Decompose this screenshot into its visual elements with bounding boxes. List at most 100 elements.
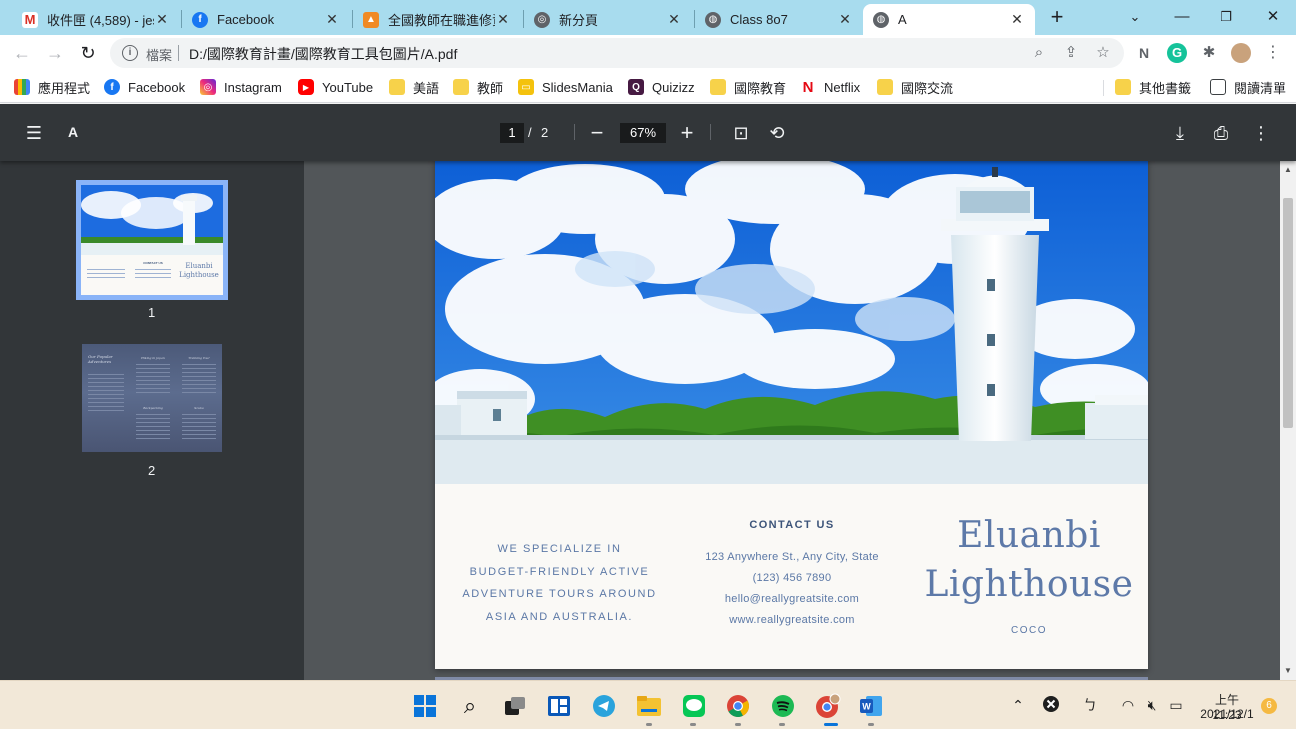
input-method-icon[interactable]: ㄅ <box>1080 695 1100 715</box>
bookmark-folder-intl-exchange[interactable]: 國際交流 <box>877 77 953 97</box>
folder-icon <box>1115 79 1131 95</box>
restore-button[interactable]: ❐ <box>1215 6 1237 28</box>
tab-gmail[interactable]: M 收件匣 (4,589) - jes ✕ <box>12 4 180 35</box>
bookmark-netflix[interactable]: N Netflix <box>800 77 861 97</box>
rotate-icon[interactable]: ⟲ <box>765 121 789 145</box>
pdf-viewport[interactable]: WE SPECIALIZE IN BUDGET-FRIENDLY ACTIVE … <box>304 161 1280 680</box>
tab-new-tab[interactable]: ◎ 新分頁 ✕ <box>524 4 692 35</box>
task-view-icon[interactable] <box>502 693 528 719</box>
telegram-icon[interactable] <box>591 693 617 719</box>
bookmark-other[interactable]: 其他書籤 <box>1115 77 1191 97</box>
close-tab-icon[interactable]: ✕ <box>666 11 682 28</box>
scrollbar-thumb[interactable] <box>1283 198 1293 428</box>
page-number-input[interactable]: 1 <box>500 123 524 143</box>
menu-kebab-icon[interactable]: ⋮ <box>1263 43 1283 63</box>
close-tab-icon[interactable]: ✕ <box>495 11 511 28</box>
folder-icon <box>710 79 726 95</box>
close-window-button[interactable]: ✕ <box>1262 6 1284 28</box>
close-tab-icon[interactable]: ✕ <box>1009 11 1025 28</box>
spotify-icon[interactable] <box>770 693 796 719</box>
grammarly-icon[interactable]: G <box>1167 43 1187 63</box>
battery-icon[interactable]: ▭ <box>1166 695 1186 715</box>
word-icon[interactable]: W <box>858 693 884 719</box>
sidebar-menu-icon[interactable]: ☰ <box>22 121 46 145</box>
zoom-icon[interactable]: ⌕ <box>1029 43 1049 63</box>
new-tab-button[interactable]: + <box>1046 6 1068 28</box>
svg-text:W: W <box>862 702 871 712</box>
clock-date[interactable]: 2021/12/1 <box>1199 707 1255 721</box>
share-icon[interactable]: ⇪ <box>1061 43 1081 63</box>
close-tab-icon[interactable]: ✕ <box>324 11 340 28</box>
profile-avatar[interactable] <box>1231 43 1251 63</box>
bookmark-apps[interactable]: 應用程式 <box>14 77 90 97</box>
thumbnail-page-2[interactable]: Our Popular Adventures Hiking in Japan T… <box>82 344 222 452</box>
show-hidden-icons-chevron-icon[interactable]: ⌃ <box>1008 695 1028 715</box>
scroll-up-arrow-icon[interactable]: ▲ <box>1284 165 1292 174</box>
address-divider <box>178 45 179 61</box>
bookmark-reading-list[interactable]: 閱讀清單 <box>1210 77 1286 97</box>
vertical-scrollbar[interactable]: ▲ ▼ <box>1280 161 1296 680</box>
tab-search-icon[interactable]: ⌄ <box>1124 6 1146 28</box>
thumbnail-label-1: 1 <box>148 305 156 320</box>
bookmark-folder-english[interactable]: 美語 <box>389 77 439 97</box>
thumbnail-heading: Backpacking <box>143 406 163 410</box>
tab-class-8o7[interactable]: ◍ Class 8o7 ✕ <box>695 4 863 35</box>
notification-badge[interactable]: 6 <box>1261 698 1277 714</box>
pdf-title: A <box>68 124 79 140</box>
bookmark-star-icon[interactable]: ☆ <box>1093 43 1113 63</box>
bookmark-label: YouTube <box>322 79 374 95</box>
file-explorer-icon[interactable] <box>636 693 662 719</box>
bookmark-label: 閱讀清單 <box>1234 80 1287 96</box>
line-icon[interactable] <box>681 693 707 719</box>
extensions-puzzle-icon[interactable]: ✱ <box>1199 43 1219 63</box>
bookmark-instagram[interactable]: ◎ Instagram <box>200 77 282 97</box>
zoom-out-button[interactable]: − <box>585 121 609 145</box>
zoom-in-button[interactable]: + <box>675 121 699 145</box>
bookmark-folder-intl-education[interactable]: 國際教育 <box>710 77 786 97</box>
page-total: 2 <box>541 125 549 140</box>
youtube-icon: ▶ <box>298 79 314 95</box>
print-icon[interactable]: ⎙ <box>1209 121 1233 145</box>
close-tab-icon[interactable]: ✕ <box>154 11 170 28</box>
info-icon[interactable]: i <box>122 45 138 61</box>
shield-icon: ▲ <box>363 11 379 28</box>
reload-button[interactable]: ↻ <box>76 41 100 65</box>
brand-title-line1: Eluanbi <box>957 515 1101 556</box>
thumbnail-text-block <box>136 364 170 394</box>
pdf-page-1: WE SPECIALIZE IN BUDGET-FRIENDLY ACTIVE … <box>435 161 1148 669</box>
forward-button[interactable]: → <box>43 41 67 65</box>
tab-facebook[interactable]: f Facebook ✕ <box>182 4 350 35</box>
volume-muted-icon[interactable]: 🔇︎ <box>1142 695 1162 715</box>
bookmark-label: 國際教育 <box>734 80 787 96</box>
thumbnail-text-block <box>88 374 124 414</box>
bookmark-youtube[interactable]: ▶ YouTube <box>298 77 373 97</box>
search-icon[interactable]: ⌕ <box>457 693 483 719</box>
tab-teacher-training[interactable]: ▲ 全國教師在職進修資 ✕ <box>353 4 521 35</box>
more-options-icon[interactable]: ⋮ <box>1249 121 1273 145</box>
zoom-input[interactable]: 67% <box>620 123 666 143</box>
wifi-icon[interactable]: ◠ <box>1118 695 1138 715</box>
thumbnail-page-1[interactable]: Eluanbi Lighthouse CONTACT US <box>76 180 228 300</box>
download-icon[interactable]: ⤓ <box>1168 121 1192 145</box>
bookmark-folder-teacher[interactable]: 教師 <box>453 77 503 97</box>
widgets-icon[interactable] <box>546 693 572 719</box>
chrome-profile-icon[interactable] <box>815 693 841 719</box>
notion-extension-icon[interactable]: N <box>1134 43 1154 63</box>
windows-taskbar: ⌕ W ⌃ ㄅ ◠ 🔇︎ ▭ 上午 11:23 2021/12/1 6 <box>0 680 1296 729</box>
bookmark-facebook[interactable]: f Facebook <box>104 77 185 97</box>
tab-pdf-a[interactable]: ◍ A ✕ <box>863 4 1035 35</box>
scroll-down-arrow-icon[interactable]: ▼ <box>1284 666 1292 675</box>
contact-address: 123 Anywhere St., Any City, State <box>705 551 879 563</box>
chrome-icon[interactable] <box>725 693 751 719</box>
tray-app-icon[interactable] <box>1041 695 1061 715</box>
bookmark-quizizz[interactable]: Q Quizizz <box>628 77 695 97</box>
windows-start-icon[interactable] <box>412 693 438 719</box>
address-bar[interactable]: i 檔案 D:/國際教育計畫/國際教育工具包圖片/A.pdf ⌕ ⇪ ☆ <box>110 38 1124 68</box>
fit-to-page-icon[interactable]: ⊡ <box>729 121 753 145</box>
back-button[interactable]: ← <box>10 41 34 65</box>
url-text[interactable]: D:/國際教育計畫/國際教育工具包圖片/A.pdf <box>189 44 457 64</box>
bookmark-label: 美語 <box>413 80 440 96</box>
close-tab-icon[interactable]: ✕ <box>837 11 853 28</box>
minimize-button[interactable]: — <box>1171 6 1193 28</box>
bookmark-slidesmania[interactable]: ▭ SlidesMania <box>518 77 613 97</box>
